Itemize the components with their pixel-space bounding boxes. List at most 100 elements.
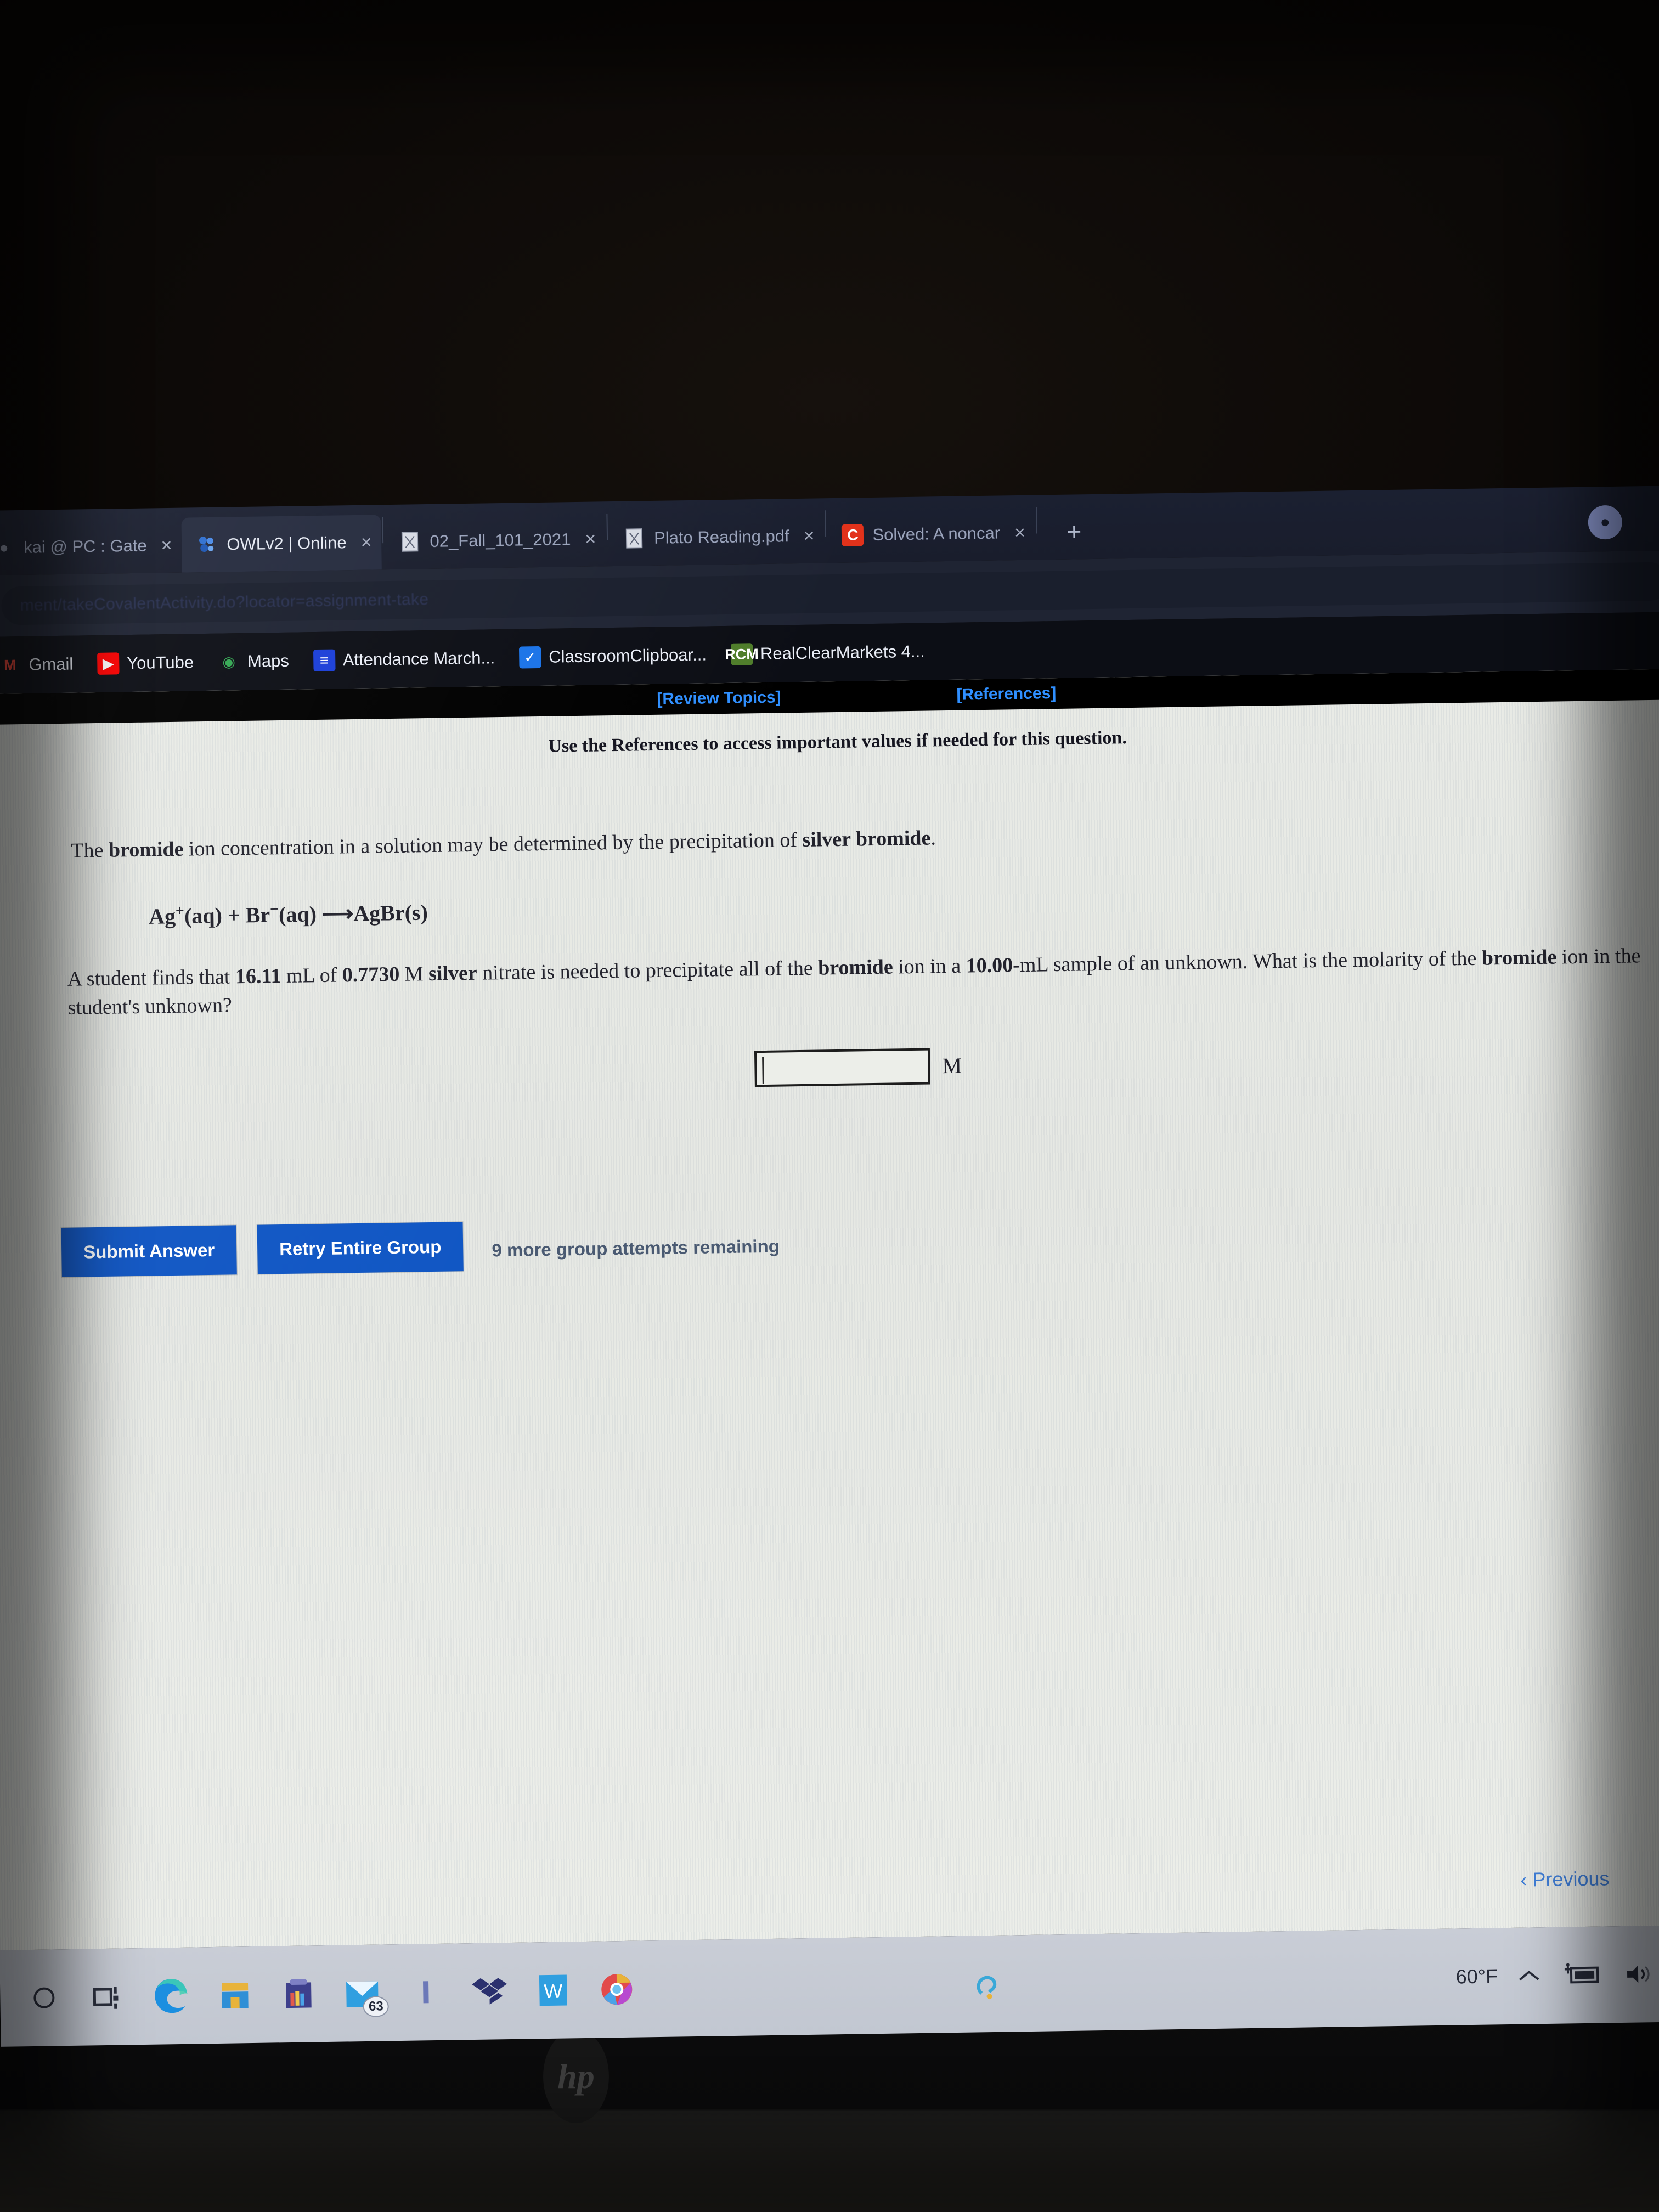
classroom-clipboard-icon: ✓ bbox=[518, 646, 541, 669]
youtube-icon: ▶ bbox=[97, 652, 120, 675]
tab-divider bbox=[825, 510, 827, 537]
weather-temperature[interactable]: 60°F bbox=[1455, 1965, 1498, 1988]
tab-divider bbox=[606, 514, 608, 540]
close-icon[interactable]: × bbox=[1014, 522, 1025, 543]
search-icon[interactable] bbox=[14, 1968, 75, 2028]
mail-badge: 63 bbox=[363, 1996, 389, 2018]
close-icon[interactable]: × bbox=[803, 525, 814, 546]
new-tab-button[interactable]: + bbox=[1050, 507, 1098, 555]
sheets-icon: ≡ bbox=[313, 649, 336, 672]
bookmark-label: Gmail bbox=[29, 654, 74, 674]
mail-icon[interactable]: 63 bbox=[332, 1963, 393, 2023]
dropbox-icon[interactable] bbox=[460, 1961, 520, 2022]
close-icon[interactable]: × bbox=[585, 528, 596, 550]
bookmark-label: ClassroomClipboar... bbox=[549, 645, 707, 667]
eq-reactant2-charge: − bbox=[269, 901, 279, 918]
tab-label: OWLv2 | Online bbox=[227, 533, 347, 554]
bookmark-youtube[interactable]: ▶ YouTube bbox=[97, 651, 194, 675]
q-s6: -mL sample of an unknown. What is the mo… bbox=[1012, 946, 1482, 977]
tab-plato-reading-pdf[interactable]: Plato Reading.pdf × bbox=[608, 508, 825, 566]
q-s2: mL of bbox=[281, 963, 343, 988]
eq-reactant2-state: (aq) bbox=[278, 901, 317, 927]
word-icon[interactable]: W bbox=[523, 1960, 583, 2021]
tab-solved-chegg[interactable]: C Solved: A noncar × bbox=[827, 505, 1036, 563]
chegg-favicon-icon: C bbox=[842, 524, 864, 546]
store-icon[interactable] bbox=[205, 1965, 266, 2025]
laptop-photo: hp ● kai @ PC : Gate × OWLv2 | Online × … bbox=[0, 0, 1659, 2212]
answer-unit-label: M bbox=[942, 1053, 962, 1079]
maps-icon: ◉ bbox=[222, 653, 236, 670]
tab-kai-pc-gate[interactable]: ● kai @ PC : Gate × bbox=[0, 518, 182, 575]
bookmark-attendance-march[interactable]: ≡ Attendance March... bbox=[313, 647, 495, 672]
q-s5: ion in a bbox=[893, 954, 966, 979]
bookmark-classroomclipboard[interactable]: ✓ ClassroomClipboar... bbox=[518, 644, 707, 669]
tab-owlv2-online[interactable]: OWLv2 | Online × bbox=[181, 515, 382, 573]
show-hidden-icons-chevron-up-icon[interactable] bbox=[1516, 1967, 1542, 1984]
submit-answer-button[interactable]: Submit Answer bbox=[61, 1225, 237, 1277]
url-text: ment/takeCovalentActivity.do?locator=ass… bbox=[20, 590, 429, 615]
tab-label: Plato Reading.pdf bbox=[653, 526, 789, 548]
bookmark-label: YouTube bbox=[127, 652, 194, 673]
chevron-left-icon: ‹ bbox=[1520, 1868, 1527, 1891]
svg-text:W: W bbox=[544, 1980, 563, 2002]
help-assistant-icon[interactable] bbox=[957, 1954, 1018, 2014]
page-viewport: [Review Topics] [References] Use the Ref… bbox=[0, 668, 1659, 1950]
intro-post: . bbox=[930, 826, 936, 850]
bookmark-label: Attendance March... bbox=[342, 648, 495, 670]
action-buttons: Submit Answer Retry Entire Group 9 more … bbox=[0, 1204, 1659, 1278]
edge-icon[interactable] bbox=[142, 1966, 202, 2026]
system-tray: 60°F bbox=[1455, 1961, 1659, 1990]
intro-pre: The bbox=[71, 838, 109, 862]
text-caret bbox=[762, 1057, 764, 1084]
bookmark-label: RealClearMarkets 4... bbox=[760, 641, 925, 664]
answer-input[interactable] bbox=[754, 1048, 930, 1087]
rcm-icon: RCM bbox=[725, 643, 759, 665]
review-topics-link[interactable]: [Review Topics] bbox=[657, 688, 781, 708]
bookmark-gmail[interactable]: M Gmail bbox=[0, 653, 74, 676]
task-view-icon[interactable] bbox=[78, 1967, 138, 2027]
intro-mid: ion concentration in a solution may be d… bbox=[183, 828, 803, 861]
intro-bold-silver-bromide: silver bromide bbox=[802, 826, 931, 851]
pdf-favicon-icon bbox=[399, 531, 421, 553]
tab-label: 02_Fall_101_2021 bbox=[430, 529, 571, 551]
q-s1: A student finds that bbox=[67, 965, 236, 991]
laptop-screen: ● kai @ PC : Gate × OWLv2 | Online × 02_… bbox=[0, 485, 1659, 2047]
q-bromide-2: bromide bbox=[1481, 945, 1557, 970]
previous-link[interactable]: ‹ Previous bbox=[1520, 1867, 1610, 1891]
references-link[interactable]: [References] bbox=[956, 684, 1056, 704]
pdf-favicon-icon bbox=[623, 527, 646, 550]
close-icon[interactable]: × bbox=[161, 534, 172, 556]
battery-charging-icon[interactable] bbox=[1560, 1962, 1605, 1988]
volume-icon[interactable] bbox=[1623, 1962, 1655, 1987]
eq-reactant1: Ag bbox=[148, 904, 176, 929]
hp-logo: hp bbox=[543, 2030, 609, 2123]
eq-plus: + bbox=[227, 902, 241, 928]
chrome-icon[interactable] bbox=[586, 1959, 647, 2019]
previous-label: Previous bbox=[1532, 1867, 1610, 1891]
q-bromide-1: bromide bbox=[817, 955, 893, 980]
sticky-note-icon[interactable] bbox=[396, 1962, 456, 2023]
q-volume-1: 16.11 bbox=[235, 964, 281, 989]
tab-label: Solved: A noncar bbox=[872, 523, 1001, 544]
eq-product: AgBr(s) bbox=[353, 900, 428, 926]
generic-favicon-icon: ● bbox=[0, 539, 9, 556]
file-explorer-icon[interactable] bbox=[269, 1964, 329, 2024]
bookmark-maps[interactable]: ◉ Maps bbox=[218, 650, 289, 673]
avatar[interactable]: ● bbox=[1588, 505, 1623, 540]
q-s4: nitrate is needed to precipitate all of … bbox=[477, 956, 819, 985]
q-silver: silver bbox=[428, 961, 478, 986]
retry-entire-group-button[interactable]: Retry Entire Group bbox=[257, 1222, 464, 1274]
intro-paragraph: The bromide ion concentration in a solut… bbox=[71, 813, 1659, 865]
eq-arrow: ⟶ bbox=[321, 901, 354, 927]
question-paragraph: A student finds that 16.11 mL of 0.7730 … bbox=[67, 941, 1659, 1023]
q-volume-2: 10.00 bbox=[966, 953, 1013, 978]
q-molarity: 0.7730 bbox=[342, 962, 400, 987]
tab-02-fall-101-2021[interactable]: 02_Fall_101_2021 × bbox=[385, 511, 606, 569]
references-instruction: Use the References to access important v… bbox=[548, 727, 1127, 757]
intro-bold-bromide: bromide bbox=[108, 837, 184, 862]
attempts-remaining-text: 9 more group attempts remaining bbox=[492, 1235, 780, 1261]
bookmark-realclearmarkets[interactable]: RCM RealClearMarkets 4... bbox=[725, 641, 925, 665]
eq-reactant1-charge: + bbox=[175, 902, 185, 920]
close-icon[interactable]: × bbox=[360, 532, 371, 553]
tab-divider bbox=[1036, 507, 1037, 534]
